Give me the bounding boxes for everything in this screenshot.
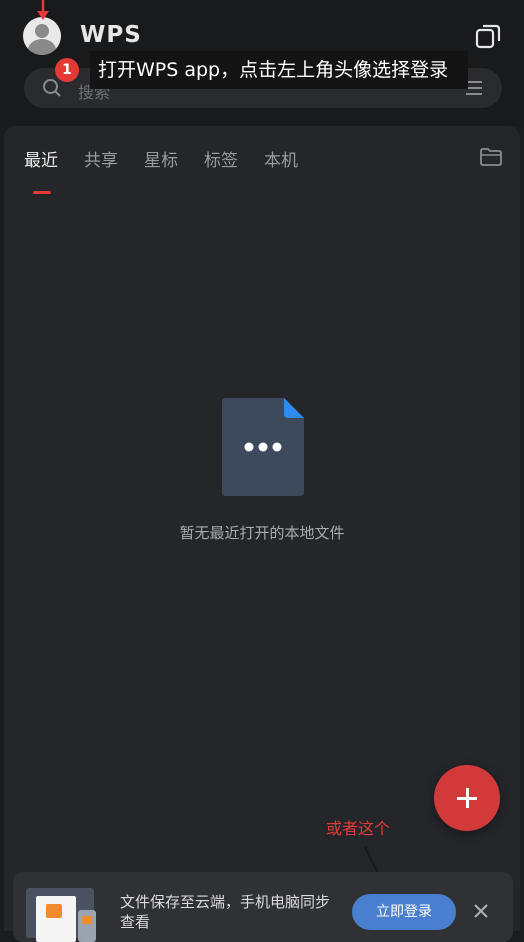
close-icon[interactable] (473, 903, 489, 919)
annotation-label: 或者这个 (326, 819, 391, 838)
empty-state-message: 暂无最近打开的本地文件 (179, 524, 345, 542)
tab-shared[interactable]: 共享 (84, 146, 118, 171)
login-now-button[interactable]: 立即登录 (352, 894, 456, 930)
banner-message: 文件保存至云端，手机电脑同步查看 (120, 893, 331, 931)
active-tab-indicator (33, 191, 51, 194)
add-fab-button[interactable] (434, 765, 500, 831)
tab-recent[interactable]: 最近 (24, 146, 58, 171)
search-icon (43, 79, 61, 97)
avatar-head (35, 24, 49, 38)
login-hint-tooltip: 打开WPS app，点击左上角头像选择登录 (90, 51, 468, 89)
avatar-body (28, 39, 56, 55)
folder-icon[interactable] (480, 148, 502, 166)
window-switch-icon[interactable] (474, 22, 502, 50)
notification-badge: 1 (55, 58, 79, 82)
tab-tags[interactable]: 标签 (204, 146, 238, 171)
cloud-sync-illustration (26, 888, 96, 942)
tab-local[interactable]: 本机 (264, 146, 298, 171)
annotation-arrow-up-icon (37, 0, 49, 20)
tab-starred[interactable]: 星标 (144, 146, 178, 171)
avatar[interactable] (23, 17, 61, 55)
document-icon (222, 398, 304, 496)
wps-logo: WPS (80, 22, 142, 48)
login-banner: 文件保存至云端，手机电脑同步查看 立即登录 (13, 872, 513, 942)
plus-icon-horizontal (457, 797, 477, 800)
